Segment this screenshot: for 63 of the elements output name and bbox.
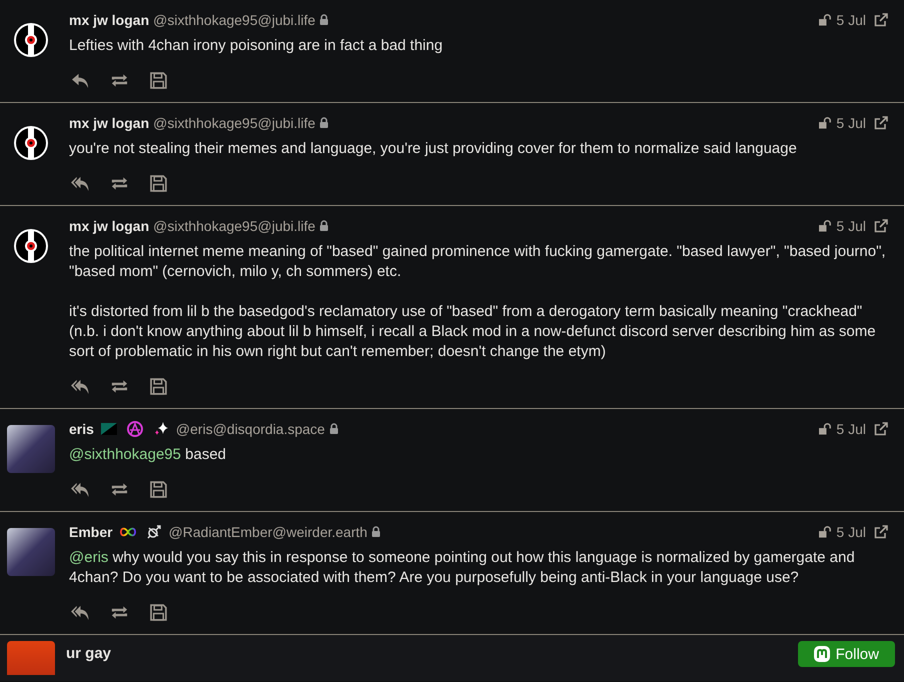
post-text: @sixthhokage95 based bbox=[69, 445, 228, 465]
mention-link[interactable]: @sixthhokage95 bbox=[69, 446, 181, 463]
unlocked-icon bbox=[819, 423, 832, 435]
repeat-icon[interactable] bbox=[110, 604, 129, 621]
sparkles-icon bbox=[152, 421, 169, 437]
post-text: @eris why would you say this in response to someone pointing out how this language is normalized by gamergate and 4chan? Do you want to be associated with them? Are you purposefully being anti-Black in your language use? bbox=[69, 548, 856, 588]
external-link-icon[interactable] bbox=[874, 13, 888, 27]
lock-icon bbox=[319, 117, 330, 129]
external-link-icon[interactable] bbox=[874, 219, 888, 233]
display-name[interactable]: ur gay bbox=[66, 645, 112, 663]
post-date[interactable]: 5 Jul bbox=[836, 421, 866, 437]
account-handle[interactable]: @sixthhokage95@jubi.life bbox=[153, 218, 316, 234]
account-handle[interactable]: @sixthhokage95@jubi.life bbox=[153, 12, 316, 28]
repeat-icon[interactable] bbox=[110, 481, 129, 498]
post-date[interactable]: 5 Jul bbox=[836, 218, 866, 234]
account-handle[interactable]: @eris@disqordia.space bbox=[176, 421, 325, 437]
follow-button[interactable]: Follow bbox=[798, 641, 895, 667]
external-link-icon[interactable] bbox=[874, 422, 888, 436]
unlocked-icon bbox=[819, 117, 832, 129]
lock-icon bbox=[319, 220, 330, 232]
unlocked-icon bbox=[819, 526, 832, 538]
save-icon[interactable] bbox=[149, 72, 168, 89]
display-name[interactable]: mx jw logan bbox=[69, 12, 150, 28]
avatar-image[interactable] bbox=[7, 425, 55, 473]
post-text: Lefties with 4chan irony poisoning are in fact a bad thing bbox=[69, 36, 444, 56]
mention-link[interactable]: @eris bbox=[69, 549, 108, 566]
reply-all-icon[interactable] bbox=[71, 481, 90, 498]
anarchy-icon bbox=[126, 421, 143, 437]
repeat-icon[interactable] bbox=[110, 175, 129, 192]
lock-icon bbox=[371, 526, 382, 538]
flag-icon bbox=[100, 423, 117, 435]
repeat-icon[interactable] bbox=[110, 378, 129, 395]
display-name[interactable]: mx jw logan bbox=[69, 115, 150, 131]
lock-icon bbox=[319, 14, 330, 26]
save-icon[interactable] bbox=[149, 604, 168, 621]
save-icon[interactable] bbox=[149, 378, 168, 395]
unlocked-icon bbox=[819, 14, 832, 26]
reply-all-icon[interactable] bbox=[71, 378, 90, 395]
gender-symbol-icon bbox=[146, 524, 162, 540]
external-link-icon[interactable] bbox=[874, 116, 888, 130]
post-date[interactable]: 5 Jul bbox=[836, 524, 866, 540]
reply-icon[interactable] bbox=[71, 72, 90, 89]
save-icon[interactable] bbox=[149, 481, 168, 498]
external-link-icon[interactable] bbox=[874, 525, 888, 539]
account-handle[interactable]: @RadiantEmber@weirder.earth bbox=[168, 524, 368, 540]
account-handle[interactable]: @sixthhokage95@jubi.life bbox=[153, 115, 316, 131]
reply-all-icon[interactable] bbox=[71, 604, 90, 621]
unlocked-icon bbox=[819, 220, 832, 232]
save-icon[interactable] bbox=[149, 175, 168, 192]
reply-all-icon[interactable] bbox=[71, 175, 90, 192]
repeat-icon[interactable] bbox=[110, 72, 129, 89]
post-date[interactable]: 5 Jul bbox=[836, 12, 866, 28]
display-name[interactable]: eris bbox=[69, 421, 94, 437]
post-text: it's distorted from lil b the basedgod's reclamatory use of "based" from a derogatory term basically meaning "crackhead" (n.b. i don't know anything about lil b himself, i recall a Black mod in a now-defunct discord server describing him as some sort of problematic in his own right but can't remember; doesn't change the etym) bbox=[69, 302, 877, 362]
avatar-image[interactable] bbox=[7, 528, 55, 576]
post-text: the political internet meme meaning of "based" gained prominence with fucking gamergate. "based lawyer", "based journo", "based mom" (cernovich, milo y, ch sommers) etc. bbox=[69, 242, 887, 282]
mastodon-logo-icon bbox=[814, 646, 830, 662]
post-text: you're not stealing their memes and language, you're just providing cover for them to normalize said language bbox=[69, 139, 798, 159]
infinity-icon bbox=[120, 526, 136, 538]
post-date[interactable]: 5 Jul bbox=[836, 115, 866, 131]
lock-icon bbox=[328, 423, 339, 435]
display-name[interactable]: Ember bbox=[69, 524, 113, 540]
display-name[interactable]: mx jw logan bbox=[69, 218, 150, 234]
